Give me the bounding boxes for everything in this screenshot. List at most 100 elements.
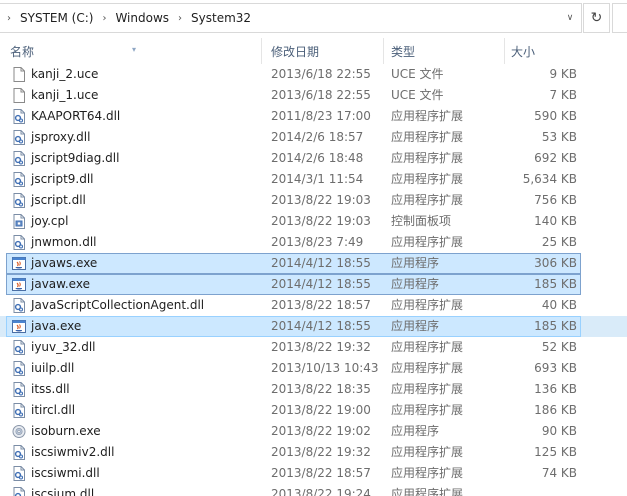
file-type: 应用程序扩展	[391, 403, 464, 417]
file-date-modified: 2011/8/23 17:00	[271, 109, 371, 123]
file-date-modified: 2013/8/22 19:32	[271, 340, 371, 354]
file-row[interactable]: isoburn.exe 2013/8/22 19:02 应用程序 90 KB	[0, 421, 627, 442]
file-name: iscsium.dll	[31, 487, 95, 496]
file-row[interactable]: jsproxy.dll 2014/2/6 18:57 应用程序扩展 53 KB	[0, 127, 627, 148]
file-row[interactable]: jscript9diag.dll 2014/2/6 18:48 应用程序扩展 692 …	[0, 148, 627, 169]
file-size: 693 KB	[534, 361, 577, 375]
file-name: JavaScriptCollectionAgent.dll	[31, 298, 205, 312]
refresh-button[interactable]: ↻	[583, 3, 610, 33]
file-date-modified: 2014/4/12 18:55	[271, 277, 371, 291]
file-name: itircl.dll	[31, 403, 76, 417]
dll-file-icon	[12, 151, 26, 166]
file-name: isoburn.exe	[31, 424, 101, 438]
file-name: kanji_2.uce	[31, 67, 99, 81]
dll-file-icon	[12, 172, 26, 187]
breadcrumb-chevron-icon[interactable]: ›	[171, 13, 189, 24]
file-name: iscsiwmi.dll	[31, 466, 100, 480]
file-name: jscript.dll	[31, 193, 86, 207]
breadcrumb-system32[interactable]: System32	[189, 11, 253, 25]
file-row[interactable]: javaw.exe 2014/4/12 18:55 应用程序 185 KB	[0, 274, 627, 295]
breadcrumb-root-chevron-icon[interactable]: ›	[0, 13, 18, 24]
file-size: 306 KB	[534, 256, 577, 270]
explorer-window: › SYSTEM (C:) › Windows › System32 ∨ ↻ 名…	[0, 0, 627, 496]
file-size: 692 KB	[534, 151, 577, 165]
breadcrumb-windows[interactable]: Windows	[113, 11, 171, 25]
column-header-type[interactable]: 类型	[385, 38, 505, 64]
breadcrumb-chevron-icon[interactable]: ›	[95, 13, 113, 24]
file-name: jscript9diag.dll	[31, 151, 120, 165]
column-headers: 名称 ▾ 修改日期 类型 大小	[0, 38, 627, 64]
file-row[interactable]: iscsium.dll 2013/8/22 19:24 应用程序扩展	[0, 484, 627, 496]
file-name: javaws.exe	[31, 256, 98, 270]
file-name: kanji_1.uce	[31, 88, 99, 102]
file-row[interactable]: iscsiwmiv2.dll 2013/8/22 19:32 应用程序扩展 125 K…	[0, 442, 627, 463]
file-row[interactable]: itss.dll 2013/8/22 18:35 应用程序扩展 136 KB	[0, 379, 627, 400]
search-box[interactable]	[612, 3, 627, 33]
column-header-size[interactable]: 大小	[505, 38, 585, 64]
dll-file-icon	[12, 193, 26, 208]
file-date-modified: 2013/8/22 18:35	[271, 382, 371, 396]
file-name: jnwmon.dll	[31, 235, 97, 249]
file-row[interactable]: JavaScriptCollectionAgent.dll 2013/8/22 1…	[0, 295, 627, 316]
refresh-icon: ↻	[590, 10, 603, 26]
file-name: javaw.exe	[31, 277, 90, 291]
file-size: 140 KB	[534, 214, 577, 228]
file-size: 590 KB	[534, 109, 577, 123]
dll-file-icon	[12, 487, 26, 496]
address-bar[interactable]: › SYSTEM (C:) › Windows › System32 ∨	[0, 3, 582, 33]
file-date-modified: 2014/2/6 18:48	[271, 151, 364, 165]
column-header-size-label: 大小	[511, 45, 536, 59]
file-type: UCE 文件	[391, 67, 444, 81]
file-row[interactable]: jnwmon.dll 2013/8/23 7:49 应用程序扩展 25 KB	[0, 232, 627, 253]
file-row[interactable]: iscsiwmi.dll 2013/8/22 18:57 应用程序扩展 74 KB	[0, 463, 627, 484]
file-date-modified: 2013/6/18 22:55	[271, 67, 371, 81]
address-dropdown-icon[interactable]: ∨	[563, 11, 577, 25]
java-exe-icon	[12, 277, 26, 292]
sort-descending-icon: ▾	[132, 45, 137, 54]
file-row[interactable]: KAAPORT64.dll 2011/8/23 17:00 应用程序扩展 590 KB	[0, 106, 627, 127]
file-row[interactable]: kanji_2.uce 2013/6/18 22:55 UCE 文件 9 KB	[0, 64, 627, 85]
file-date-modified: 2013/8/22 19:02	[271, 424, 371, 438]
java-exe-icon	[12, 319, 26, 334]
file-date-modified: 2013/8/22 18:57	[271, 466, 371, 480]
file-date-modified: 2013/8/22 18:57	[271, 298, 371, 312]
file-row[interactable]: jscript9.dll 2014/3/1 11:54 应用程序扩展 5,634 KB	[0, 169, 627, 190]
file-date-modified: 2013/8/23 7:49	[271, 235, 364, 249]
file-name: java.exe	[31, 319, 82, 333]
file-size: 136 KB	[534, 382, 577, 396]
file-date-modified: 2013/10/13 10:43	[271, 361, 379, 375]
file-date-modified: 2014/3/1 11:54	[271, 172, 364, 186]
dll-file-icon	[12, 403, 26, 418]
file-row[interactable]: itircl.dll 2013/8/22 19:00 应用程序扩展 186 KB	[0, 400, 627, 421]
file-size: 185 KB	[534, 277, 577, 291]
file-row[interactable]: joy.cpl 2013/8/22 19:03 控制面板项 140 KB	[0, 211, 627, 232]
file-row[interactable]: java.exe 2014/4/12 18:55 应用程序 185 KB	[0, 316, 627, 337]
file-size: 25 KB	[541, 235, 577, 249]
file-type: 应用程序扩展	[391, 235, 464, 249]
file-date-modified: 2014/4/12 18:55	[271, 319, 371, 333]
file-size: 9 KB	[549, 67, 577, 81]
file-row[interactable]: jscript.dll 2013/8/22 19:03 应用程序扩展 756 KB	[0, 190, 627, 211]
file-row[interactable]: iyuv_32.dll 2013/8/22 19:32 应用程序扩展 52 KB	[0, 337, 627, 358]
file-row[interactable]: javaws.exe 2014/4/12 18:55 应用程序 306 KB	[0, 253, 627, 274]
file-date-modified: 2013/6/18 22:55	[271, 88, 371, 102]
file-date-modified: 2014/2/6 18:57	[271, 130, 364, 144]
dll-file-icon	[12, 235, 26, 250]
file-name: iscsiwmiv2.dll	[31, 445, 115, 459]
file-date-modified: 2013/8/22 19:24	[271, 487, 371, 496]
file-row[interactable]: kanji_1.uce 2013/6/18 22:55 UCE 文件 7 KB	[0, 85, 627, 106]
file-row[interactable]: iuilp.dll 2013/10/13 10:43 应用程序扩展 693 KB	[0, 358, 627, 379]
file-type: 应用程序扩展	[391, 151, 464, 165]
dll-file-icon	[12, 466, 26, 481]
column-header-name[interactable]: 名称 ▾	[4, 38, 262, 64]
breadcrumb-drive[interactable]: SYSTEM (C:)	[18, 11, 95, 25]
column-header-date[interactable]: 修改日期	[265, 38, 384, 64]
file-type: 应用程序扩展	[391, 172, 464, 186]
file-type: 应用程序扩展	[391, 109, 464, 123]
file-type: 控制面板项	[391, 214, 452, 228]
file-size: 5,634 KB	[522, 172, 577, 186]
file-date-modified: 2013/8/22 19:03	[271, 214, 371, 228]
file-type: 应用程序扩展	[391, 298, 464, 312]
dll-file-icon	[12, 109, 26, 124]
file-size: 185 KB	[534, 319, 577, 333]
